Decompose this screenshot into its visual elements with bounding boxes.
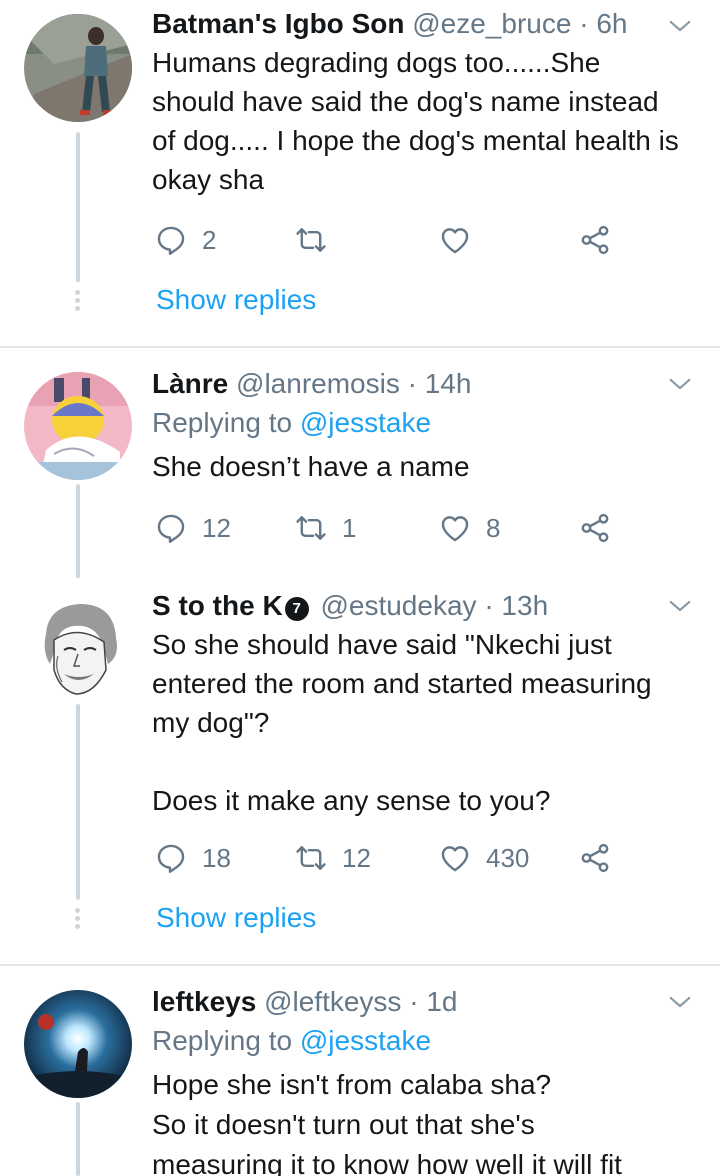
reply-icon — [154, 223, 188, 257]
display-name[interactable]: S to the K — [152, 590, 283, 621]
show-replies-link[interactable]: Show replies — [156, 902, 316, 934]
separator: · — [407, 368, 417, 399]
retweet-icon — [294, 223, 328, 257]
like-count: 430 — [486, 842, 530, 873]
timestamp[interactable]: 6h — [596, 8, 627, 39]
retweet-button[interactable] — [294, 220, 342, 260]
tweet-header: leftkeys @leftkeyss · 1d — [152, 984, 680, 1020]
tweet[interactable]: Batman's Igbo Son @eze_bruce · 6h Humans… — [0, 0, 720, 348]
like-button[interactable]: 430 — [438, 838, 529, 878]
reply-count: 18 — [202, 842, 231, 873]
user-handle[interactable]: @leftkeyss — [264, 986, 401, 1017]
thread-line — [76, 704, 80, 900]
tweet-text: Hope she isn't from calaba sha? So it do… — [152, 1069, 622, 1176]
avatar[interactable] — [24, 594, 132, 702]
timestamp[interactable]: 1d — [426, 986, 457, 1017]
tweet[interactable]: S to the K7 @estudekay · 13h So she shou… — [0, 578, 720, 966]
reply-button[interactable]: 18 — [154, 838, 231, 878]
share-button[interactable] — [578, 220, 612, 260]
like-icon — [438, 841, 472, 875]
replying-to-label: Replying to — [152, 1025, 300, 1056]
display-name[interactable]: leftkeys — [152, 986, 256, 1017]
tweet-header: Lànre @lanremosis · 14h — [152, 366, 680, 402]
reply-count: 2 — [202, 224, 217, 255]
user-handle[interactable]: @estudekay — [320, 590, 476, 621]
reply-icon — [154, 841, 188, 875]
tweet-text: Humans degrading dogs too......She shoul… — [152, 47, 687, 195]
more-replies-dots — [75, 290, 81, 314]
display-name[interactable]: Lànre — [152, 368, 228, 399]
retweet-button[interactable]: 12 — [294, 838, 371, 878]
display-name[interactable]: Batman's Igbo Son — [152, 8, 404, 39]
reply-icon — [154, 511, 188, 545]
avatar[interactable] — [24, 990, 132, 1098]
retweet-count: 1 — [342, 512, 357, 543]
show-replies-link[interactable]: Show replies — [156, 284, 316, 316]
chevron-down-icon[interactable] — [666, 12, 694, 40]
separator: · — [409, 986, 419, 1017]
like-count: 8 — [486, 512, 501, 543]
chevron-down-icon[interactable] — [666, 988, 694, 1016]
chevron-down-icon[interactable] — [666, 370, 694, 398]
retweet-icon — [294, 841, 328, 875]
more-replies-dots — [75, 908, 81, 932]
timestamp[interactable]: 13h — [501, 590, 548, 621]
user-handle[interactable]: @lanremosis — [236, 368, 400, 399]
tweet-text: So she should have said "Nkechi just ent… — [152, 629, 652, 816]
replying-to: Replying to @jesstake — [152, 1023, 680, 1059]
chevron-down-icon[interactable] — [666, 592, 694, 620]
like-icon — [438, 223, 472, 257]
replying-to-label: Replying to — [152, 407, 300, 438]
timestamp[interactable]: 14h — [425, 368, 472, 399]
tweet-header: S to the K7 @estudekay · 13h — [152, 588, 680, 624]
user-handle[interactable]: @eze_bruce — [412, 8, 571, 39]
reply-button[interactable]: 2 — [154, 220, 216, 260]
thread-line — [76, 484, 80, 578]
tweet-header: Batman's Igbo Son @eze_bruce · 6h — [152, 6, 680, 42]
retweet-count: 12 — [342, 842, 371, 873]
avatar[interactable] — [24, 372, 132, 480]
like-button[interactable]: 8 — [438, 508, 500, 548]
reply-count: 12 — [202, 512, 231, 543]
tweet-actions: 12 1 8 — [154, 508, 624, 548]
retweet-icon — [294, 511, 328, 545]
share-button[interactable] — [578, 838, 612, 878]
share-button[interactable] — [578, 508, 612, 548]
tweet-actions: 18 12 430 — [154, 838, 624, 878]
tweet[interactable]: leftkeys @leftkeyss · 1d Replying to @je… — [0, 966, 720, 1176]
verified-badge-icon: 7 — [284, 597, 309, 621]
thread-line — [76, 1102, 80, 1176]
reply-button[interactable]: 12 — [154, 508, 231, 548]
tweet[interactable]: Lànre @lanremosis · 14h Replying to @jes… — [0, 348, 720, 578]
like-icon — [438, 511, 472, 545]
share-icon — [578, 511, 612, 545]
like-button[interactable] — [438, 220, 486, 260]
replying-to-mention[interactable]: @jesstake — [300, 407, 431, 438]
thread-line — [76, 132, 80, 282]
avatar[interactable] — [24, 14, 132, 122]
replying-to-mention[interactable]: @jesstake — [300, 1025, 431, 1056]
separator: · — [484, 590, 494, 621]
tweet-actions: 2 — [154, 220, 624, 260]
share-icon — [578, 223, 612, 257]
share-icon — [578, 841, 612, 875]
separator: · — [579, 8, 589, 39]
retweet-button[interactable]: 1 — [294, 508, 356, 548]
replying-to: Replying to @jesstake — [152, 405, 680, 441]
tweet-text: She doesn’t have a name — [152, 451, 470, 482]
